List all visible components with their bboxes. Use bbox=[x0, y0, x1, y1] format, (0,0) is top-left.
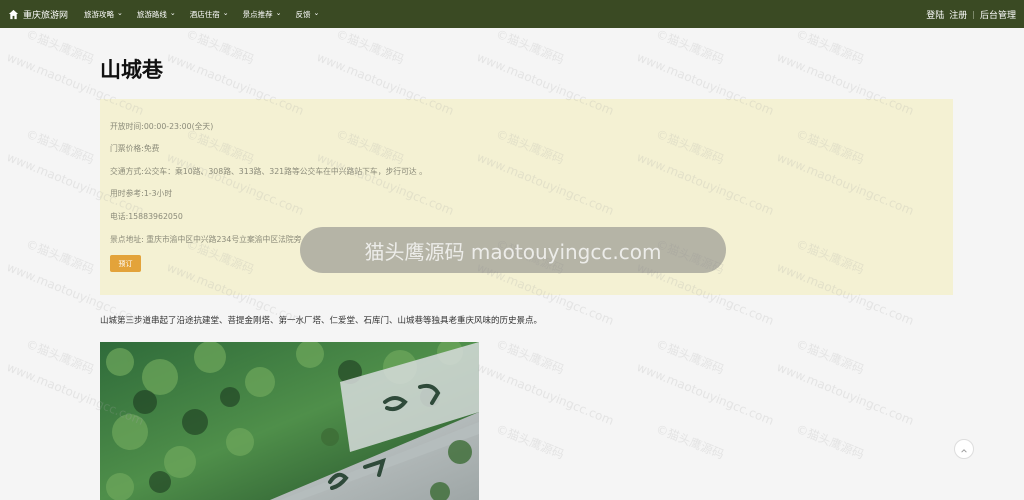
scroll-to-top-button[interactable] bbox=[954, 439, 974, 459]
watermark-tile: ©猫头鹰源码 bbox=[24, 126, 97, 167]
attraction-photo bbox=[100, 342, 479, 500]
watermark-tile: www.maotouyingcc.com bbox=[634, 360, 776, 428]
transport-info: 交通方式:公交车：乘10路、308路、313路、321路等公交车在中兴路站下车，… bbox=[110, 167, 427, 176]
nav-item-label: 反馈 bbox=[295, 9, 311, 19]
nav-item-travel-guides[interactable]: 旅游攻略 ⌄ bbox=[84, 9, 123, 20]
watermark-tile: ©猫头鹰源码 bbox=[184, 26, 257, 67]
watermark-tile: ©猫头鹰源码 bbox=[654, 336, 727, 377]
watermark-tile: ©猫头鹰源码 bbox=[24, 26, 97, 67]
watermark-tile: ©猫头鹰源码 bbox=[794, 421, 867, 462]
nav-item-label: 旅游攻略 bbox=[84, 9, 115, 19]
top-navbar: 重庆旅游网 旅游攻略 ⌄ 旅游路线 ⌄ 酒店住宿 ⌄ 景点推荐 ⌄ 反馈 ⌄ 登… bbox=[0, 0, 1024, 28]
login-link[interactable]: 登陆 bbox=[926, 8, 944, 21]
attraction-description: 山城第三步道串起了沿途抗建堂、菩提金刚塔、第一水厂塔、仁爱堂、石库门、山城巷等独… bbox=[100, 316, 543, 326]
opening-hours: 开放时间:00:00-23:00(全天) bbox=[110, 122, 214, 131]
chevron-down-icon: ⌄ bbox=[169, 8, 176, 17]
chevron-down-icon: ⌄ bbox=[313, 8, 320, 17]
nav-item-travel-routes[interactable]: 旅游路线 ⌄ bbox=[137, 9, 176, 20]
watermark-tile: ©猫头鹰源码 bbox=[794, 336, 867, 377]
nav-item-hotels[interactable]: 酒店住宿 ⌄ bbox=[190, 9, 229, 20]
duration-info: 用时参考:1-3小时 bbox=[110, 189, 173, 198]
auth-separator: | bbox=[972, 9, 975, 19]
admin-link[interactable]: 后台管理 bbox=[980, 8, 1016, 21]
watermark-tile: ©猫头鹰源码 bbox=[24, 336, 97, 377]
nav-item-label: 旅游路线 bbox=[136, 9, 167, 19]
main-nav: 旅游攻略 ⌄ 旅游路线 ⌄ 酒店住宿 ⌄ 景点推荐 ⌄ 反馈 ⌄ bbox=[84, 9, 319, 20]
watermark-tile: ©猫头鹰源码 bbox=[334, 26, 407, 67]
watermark-tile: ©猫头鹰源码 bbox=[494, 336, 567, 377]
watermark-banner: 猫头鹰源码 maotouyingcc.com bbox=[300, 227, 726, 273]
nav-item-feedback[interactable]: 反馈 ⌄ bbox=[296, 9, 320, 20]
phone-info: 电话:15883962050 bbox=[110, 212, 183, 221]
arrow-up-icon bbox=[960, 440, 968, 459]
watermark-tile: www.maotouyingcc.com bbox=[774, 360, 916, 428]
watermark-tile: ©猫头鹰源码 bbox=[494, 26, 567, 67]
chevron-down-icon: ⌄ bbox=[222, 8, 229, 17]
brand-name: 重庆旅游网 bbox=[23, 10, 69, 21]
address-info: 景点地址: 重庆市渝中区中兴路234号立案渝中区法院旁 bbox=[110, 235, 302, 244]
chevron-down-icon: ⌄ bbox=[117, 8, 123, 17]
watermark-tile: ©猫头鹰源码 bbox=[654, 26, 727, 67]
register-link[interactable]: 注册 bbox=[949, 8, 967, 21]
watermark-tile: www.maotouyingcc.com bbox=[474, 360, 616, 428]
home-icon bbox=[8, 5, 19, 24]
ticket-price: 门票价格:免费 bbox=[110, 144, 160, 153]
auth-links: 登陆 注册 | 后台管理 bbox=[926, 8, 1016, 21]
watermark-tile: ©猫头鹰源码 bbox=[654, 421, 727, 462]
book-button[interactable]: 预订 bbox=[110, 255, 141, 272]
watermark-tile: ©猫头鹰源码 bbox=[494, 421, 567, 462]
watermark-tile: ©猫头鹰源码 bbox=[794, 26, 867, 67]
watermark-tile: ©猫头鹰源码 bbox=[24, 236, 97, 277]
page-title: 山城巷 bbox=[100, 58, 163, 82]
nav-item-label: 景点推荐 bbox=[242, 9, 273, 19]
chevron-down-icon: ⌄ bbox=[275, 8, 282, 17]
site-brand[interactable]: 重庆旅游网 bbox=[8, 5, 68, 24]
nav-item-label: 酒店住宿 bbox=[189, 9, 220, 19]
nav-item-attractions[interactable]: 景点推荐 ⌄ bbox=[243, 9, 282, 20]
